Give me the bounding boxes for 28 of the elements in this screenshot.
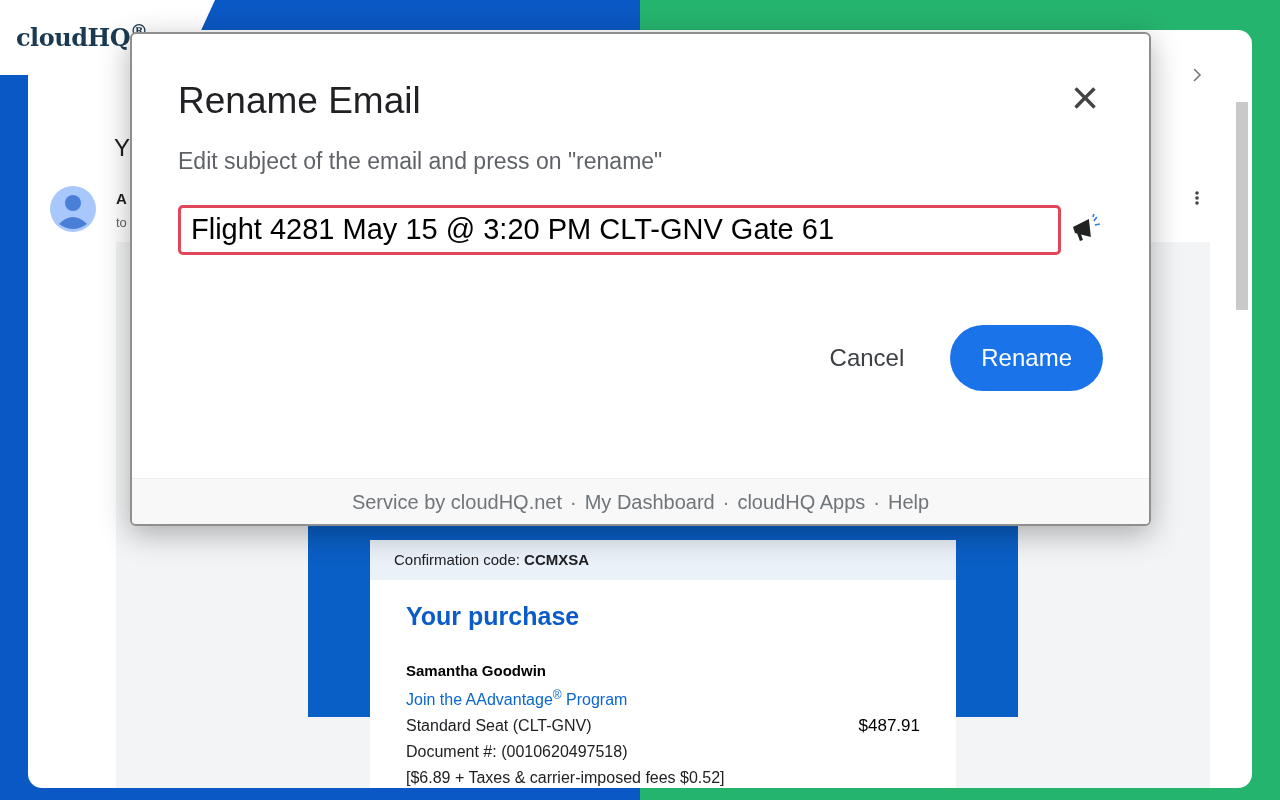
line-item: Document #: (0010620497518): [406, 742, 628, 762]
footer-link[interactable]: My Dashboard: [584, 486, 715, 517]
footer-link[interactable]: cloudHQ Apps: [737, 486, 866, 517]
dialog-title: Rename Email: [178, 79, 421, 123]
line-item: Standard Seat (CLT-GNV): [406, 716, 592, 736]
footer-link[interactable]: Service by cloudHQ.net: [351, 486, 562, 517]
dialog-instructions: Edit subject of the email and press on "rename": [178, 147, 664, 176]
footer-link[interactable]: Help: [887, 486, 930, 517]
cancel-button[interactable]: Cancel: [829, 339, 905, 376]
email-subject: Y: [114, 133, 130, 163]
next-icon[interactable]: [1191, 68, 1203, 82]
avatar-icon: [50, 186, 96, 232]
subject-field[interactable]: Flight 4281 May 15 @ 3:20 PM CLT-GNV Gate 61: [178, 204, 1062, 255]
line-item: [$6.89 + Taxes & carrier-imposed fees $0.52]: [406, 768, 725, 788]
sender-name: A: [116, 189, 127, 209]
more-icon[interactable]: [1195, 191, 1199, 205]
item-price: $487.91: [858, 715, 920, 737]
purchase-heading: Your purchase: [406, 601, 581, 632]
confirmation-code: Confirmation code: CCMXSA: [394, 549, 590, 570]
rename-button[interactable]: Rename: [950, 324, 1103, 391]
separator-dot: ·: [873, 489, 880, 515]
close-button[interactable]: ×: [1070, 78, 1099, 118]
passenger-name: Samantha Goodwin: [406, 660, 547, 681]
scrollbar-thumb[interactable]: [1236, 102, 1248, 310]
recipient-label: to: [116, 214, 127, 232]
separator-dot: ·: [570, 489, 577, 515]
separator-dot: ·: [722, 489, 730, 515]
loyalty-link[interactable]: Join the AAdvantage$^{®}$ Program: [406, 688, 920, 712]
